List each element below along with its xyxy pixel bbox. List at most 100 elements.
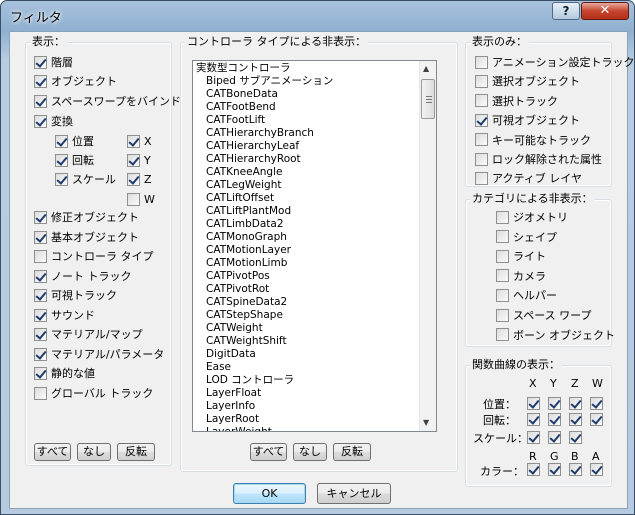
checkbox-square[interactable]: [548, 430, 561, 444]
controller-list-item[interactable]: CATHierarchyRoot: [206, 153, 301, 166]
checkbox-square[interactable]: [34, 74, 47, 88]
curve-2-1-checkbox[interactable]: [548, 429, 565, 445]
show-only-3-checkbox[interactable]: 可視オブジェクト: [475, 112, 580, 128]
checkbox-square[interactable]: [496, 308, 509, 322]
checkbox-square[interactable]: [475, 55, 488, 69]
color-1-checkbox[interactable]: [548, 461, 565, 477]
color-0-checkbox[interactable]: [527, 461, 544, 477]
controller-list-item[interactable]: CATSpineData2: [206, 296, 287, 309]
checkbox-square[interactable]: [55, 134, 68, 148]
checkbox-square[interactable]: [475, 133, 488, 147]
title-bar[interactable]: フィルタ ? ✕: [1, 1, 634, 29]
show-position-checkbox[interactable]: 位置: [55, 133, 94, 149]
controller-list-item[interactable]: CATPivotPos: [206, 270, 270, 283]
controller-list-item[interactable]: CATWeightShift: [206, 335, 287, 348]
controller-list-item[interactable]: CATMotionLayer: [206, 244, 291, 257]
cancel-button[interactable]: キャンセル: [317, 483, 391, 504]
show-base-object-checkbox[interactable]: 基本オブジェクト: [34, 229, 139, 245]
curve-0-1-checkbox[interactable]: [548, 395, 565, 411]
category-6-checkbox[interactable]: ボーン オブジェクト: [496, 327, 615, 343]
checkbox-square[interactable]: [34, 347, 47, 361]
show-only-1-checkbox[interactable]: 選択オブジェクト: [475, 73, 580, 89]
checkbox-square[interactable]: [496, 269, 509, 283]
show-controller-type-checkbox[interactable]: コントローラ タイプ: [34, 248, 154, 264]
scroll-up-icon[interactable]: ▲: [423, 64, 429, 73]
controller-list-item[interactable]: CATPivotRot: [206, 283, 269, 296]
controller-list-item[interactable]: CATHierarchyLeaf: [206, 140, 299, 153]
checkbox-square[interactable]: [127, 134, 140, 148]
checkbox-square[interactable]: [590, 462, 603, 476]
category-4-checkbox[interactable]: ヘルパー: [496, 287, 557, 303]
show-invert-button[interactable]: 反転: [117, 443, 155, 461]
show-none-button[interactable]: なし: [77, 443, 111, 461]
curve-1-2-checkbox[interactable]: [569, 411, 586, 427]
show-visible-track-checkbox[interactable]: 可視トラック: [34, 287, 117, 303]
ok-button[interactable]: OK: [233, 483, 306, 504]
help-button[interactable]: ?: [552, 2, 580, 20]
controller-list-item[interactable]: LayerWeight: [206, 426, 272, 431]
checkbox-square[interactable]: [34, 327, 47, 341]
show-only-6-checkbox[interactable]: アクティブ レイヤ: [475, 170, 582, 186]
show-only-5-checkbox[interactable]: ロック解除された属性: [475, 151, 602, 167]
checkbox-square[interactable]: [34, 269, 47, 283]
curve-1-3-checkbox[interactable]: [590, 411, 607, 427]
checkbox-square[interactable]: [496, 230, 509, 244]
checkbox-square[interactable]: [527, 462, 540, 476]
show-only-4-checkbox[interactable]: キー可能なトラック: [475, 132, 591, 148]
controller-list-item[interactable]: CATFootLift: [206, 114, 265, 127]
color-3-checkbox[interactable]: [590, 461, 607, 477]
controller-list-item[interactable]: 実数型コントローラ: [196, 62, 291, 75]
checkbox-square[interactable]: [496, 288, 509, 302]
show-object-checkbox[interactable]: オブジェクト: [34, 73, 117, 89]
curve-2-0-checkbox[interactable]: [527, 429, 544, 445]
controller-list-item[interactable]: CATLegWeight: [206, 179, 281, 192]
controller-list-item[interactable]: LOD コントローラ: [206, 374, 294, 387]
controller-list-item[interactable]: Biped サブアニメーション: [206, 75, 333, 88]
controller-list-item[interactable]: CATFootBend: [206, 101, 276, 114]
show-transform-checkbox[interactable]: 変換: [34, 113, 73, 129]
show-material-map-checkbox[interactable]: マテリアル/マップ: [34, 326, 143, 342]
checkbox-square[interactable]: [34, 55, 47, 69]
checkbox-square[interactable]: [569, 396, 582, 410]
category-5-checkbox[interactable]: スペース ワープ: [496, 307, 592, 323]
show-static-value-checkbox[interactable]: 静的な値: [34, 365, 95, 381]
show-z-checkbox[interactable]: Z: [127, 171, 152, 187]
color-2-checkbox[interactable]: [569, 461, 586, 477]
checkbox-square[interactable]: [34, 308, 47, 322]
checkbox-square[interactable]: [496, 249, 509, 263]
category-0-checkbox[interactable]: ジオメトリ: [496, 209, 568, 225]
show-rotation-checkbox[interactable]: 回転: [55, 152, 94, 168]
checkbox-square[interactable]: [55, 172, 68, 186]
controller-list-item[interactable]: Ease: [206, 361, 231, 374]
curve-1-1-checkbox[interactable]: [548, 411, 565, 427]
curve-0-0-checkbox[interactable]: [527, 395, 544, 411]
show-y-checkbox[interactable]: Y: [127, 152, 151, 168]
checkbox-square[interactable]: [475, 94, 488, 108]
controller-list-item[interactable]: LayerFloat: [206, 387, 261, 400]
controller-list-item[interactable]: DigitData: [206, 348, 256, 361]
ctrl-none-button[interactable]: なし: [293, 443, 327, 461]
checkbox-square[interactable]: [548, 412, 561, 426]
checkbox-square[interactable]: [569, 430, 582, 444]
checkbox-square[interactable]: [55, 153, 68, 167]
checkbox-square[interactable]: [34, 230, 47, 244]
checkbox-square[interactable]: [527, 412, 540, 426]
show-w-checkbox[interactable]: W: [127, 191, 155, 207]
show-bind-spacewarp-checkbox[interactable]: スペースワープをバインド: [34, 93, 181, 109]
checkbox-square[interactable]: [496, 210, 509, 224]
checkbox-square[interactable]: [34, 366, 47, 380]
scroll-thumb[interactable]: [421, 79, 435, 119]
controller-list-item[interactable]: CATKneeAngle: [206, 166, 282, 179]
controller-list-item[interactable]: CATLiftOffset: [206, 192, 274, 205]
controller-list-item[interactable]: LayerRoot: [206, 413, 259, 426]
category-1-checkbox[interactable]: シェイプ: [496, 229, 557, 245]
checkbox-square[interactable]: [34, 386, 47, 400]
controller-list-item[interactable]: CATLimbData2: [206, 218, 284, 231]
checkbox-square[interactable]: [527, 430, 540, 444]
checkbox-square[interactable]: [127, 153, 140, 167]
controller-list-item[interactable]: CATStepShape: [206, 309, 283, 322]
checkbox-square[interactable]: [548, 396, 561, 410]
checkbox-square[interactable]: [34, 288, 47, 302]
show-material-param-checkbox[interactable]: マテリアル/パラメータ: [34, 346, 164, 362]
checkbox-square[interactable]: [34, 210, 47, 224]
